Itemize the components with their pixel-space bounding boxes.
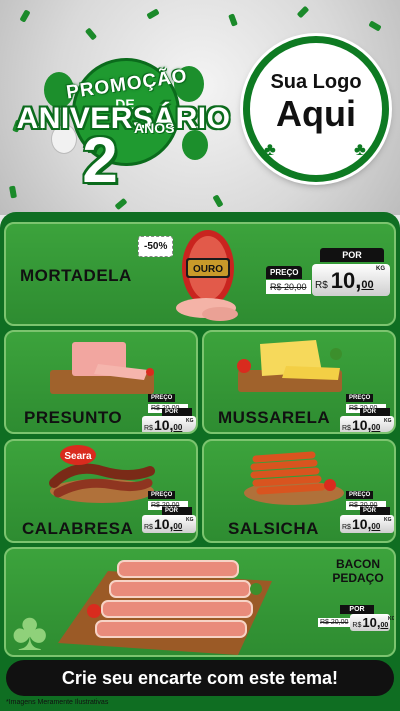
logo-line-2: Aqui bbox=[276, 93, 356, 134]
product-name: CALABRESA bbox=[22, 519, 134, 538]
old-price: R$ 20,00 bbox=[266, 280, 311, 294]
price-integer: 10, bbox=[153, 417, 174, 433]
price-cents: 00 bbox=[173, 423, 183, 432]
confetti-decoration bbox=[19, 9, 31, 23]
por-label: POR bbox=[360, 507, 390, 515]
preco-label: PREÇO bbox=[346, 394, 374, 402]
unit-label: KG bbox=[186, 418, 194, 424]
preco-label: PREÇO bbox=[148, 394, 176, 402]
mussarela-image bbox=[237, 340, 342, 392]
currency-symbol: R$ bbox=[342, 524, 351, 531]
clover-icon: ♣ bbox=[264, 139, 276, 159]
product-name-line-2: PEDAÇO bbox=[332, 571, 384, 585]
price-tag: PREÇO R$ 20,00 bbox=[346, 483, 394, 510]
old-price: R$ 20,00 bbox=[318, 618, 351, 627]
mortadela-image: OURO bbox=[176, 230, 238, 321]
price-integer: 10, bbox=[330, 268, 362, 293]
confetti-decoration bbox=[114, 197, 128, 211]
unit-label: KG bbox=[376, 266, 385, 272]
product-card-mortadela: MORTADELA -50% OURO POR PREÇO R$ 20,00 R… bbox=[4, 222, 396, 326]
por-label: POR bbox=[162, 408, 192, 416]
price-integer: 10, bbox=[351, 516, 372, 532]
product-card-presunto: PRESUNTO PREÇO R$ 20,00 POR R$ 10, 00 KG bbox=[4, 330, 198, 434]
confetti-decoration bbox=[228, 13, 238, 27]
price-tag-current: POR R$ 10, 00 KG bbox=[340, 408, 394, 433]
price-tag-current: POR R$ 20,00 R$ 10, 00 KG bbox=[318, 605, 396, 631]
product-name: PRESUNTO bbox=[24, 408, 123, 427]
salsicha-image bbox=[244, 451, 344, 505]
preco-label: PREÇO bbox=[148, 491, 176, 499]
price-integer: 10, bbox=[351, 417, 372, 433]
price-integer: 10, bbox=[153, 516, 174, 532]
unit-label: KG bbox=[186, 517, 194, 523]
confetti-decoration bbox=[212, 194, 224, 208]
price-cents: 00 bbox=[371, 522, 381, 531]
unit-label: KG bbox=[384, 517, 392, 523]
anniversary-badge: PROMOÇÃO DE ANIVERSÁRIO 2 ANOS bbox=[6, 52, 241, 192]
confetti-decoration bbox=[146, 8, 160, 20]
discount-badge: -50% bbox=[138, 236, 174, 257]
product-card-bacon: ♣ BACON PEDAÇO POR R$ 20,00 R$ 10, 00 KG bbox=[4, 547, 396, 657]
por-label: POR bbox=[162, 507, 192, 515]
price-tag-current: POR R$ 10, 00 KG bbox=[340, 507, 394, 533]
price-integer: 10, bbox=[362, 615, 381, 630]
product-card-mussarela: MUSSARELA PREÇO R$ 20,00 POR R$ 10, 00 K… bbox=[202, 330, 396, 434]
currency-symbol: R$ bbox=[342, 425, 351, 432]
brand-label: Seara bbox=[64, 451, 92, 462]
clover-icon: ♣ bbox=[12, 602, 48, 657]
por-label: POR bbox=[360, 408, 390, 416]
price-cents: 00 bbox=[173, 522, 183, 531]
currency-symbol: R$ bbox=[315, 280, 328, 291]
product-name: SALSICHA bbox=[228, 519, 319, 538]
confetti-decoration bbox=[296, 5, 310, 19]
currency-symbol: R$ bbox=[352, 622, 362, 629]
product-name: BACON PEDAÇO bbox=[324, 557, 392, 585]
price-cents: 00 bbox=[380, 622, 389, 629]
price-tag-current: POR R$ 10, 00 KG bbox=[142, 408, 196, 433]
preco-label: PREÇO bbox=[266, 266, 303, 279]
bacon-image bbox=[58, 560, 272, 655]
confetti-decoration bbox=[368, 20, 382, 32]
por-label: POR bbox=[340, 605, 374, 614]
header-banner: PROMOÇÃO DE ANIVERSÁRIO 2 ANOS Sua Logo … bbox=[0, 0, 400, 215]
product-name: MORTADELA bbox=[20, 266, 132, 285]
logo-line-1: Sua Logo bbox=[270, 71, 362, 93]
calabresa-image: Seara bbox=[49, 445, 155, 503]
product-card-salsicha: SALSICHA PREÇO R$ 20,00 POR R$ 10, 00 KG bbox=[202, 439, 396, 543]
product-name: MUSSARELA bbox=[218, 408, 331, 427]
currency-symbol: R$ bbox=[144, 524, 153, 531]
brand-label: OURO bbox=[193, 264, 223, 275]
anniversary-number: 2 bbox=[82, 124, 118, 196]
clover-icon: ♣ bbox=[354, 139, 366, 159]
por-label: POR bbox=[320, 248, 384, 262]
presunto-image bbox=[50, 342, 154, 394]
anos-text: ANOS bbox=[134, 120, 175, 136]
currency-symbol: R$ bbox=[144, 425, 153, 432]
price-tag: PREÇO R$ 20,00 bbox=[148, 483, 196, 510]
price-cents: 00 bbox=[361, 279, 374, 291]
logo-placeholder: Sua Logo Aqui ♣ ♣ bbox=[243, 36, 389, 182]
confetti-decoration bbox=[84, 27, 98, 41]
product-card-calabresa: Seara CALABRESA PREÇO R$ 20,00 POR R$ 10… bbox=[4, 439, 198, 543]
unit-label: KG bbox=[384, 418, 392, 424]
price-cents: 00 bbox=[371, 423, 381, 432]
unit-label: KG bbox=[388, 616, 396, 622]
product-name-line-1: BACON bbox=[336, 557, 380, 571]
disclaimer-note: *Imagens Meramente Ilustrativas bbox=[6, 699, 109, 706]
cta-banner: Crie seu encarte com este tema! bbox=[6, 660, 394, 696]
price-tag-current: POR R$ 10, 00 KG bbox=[142, 507, 196, 533]
preco-label: PREÇO bbox=[346, 491, 374, 499]
